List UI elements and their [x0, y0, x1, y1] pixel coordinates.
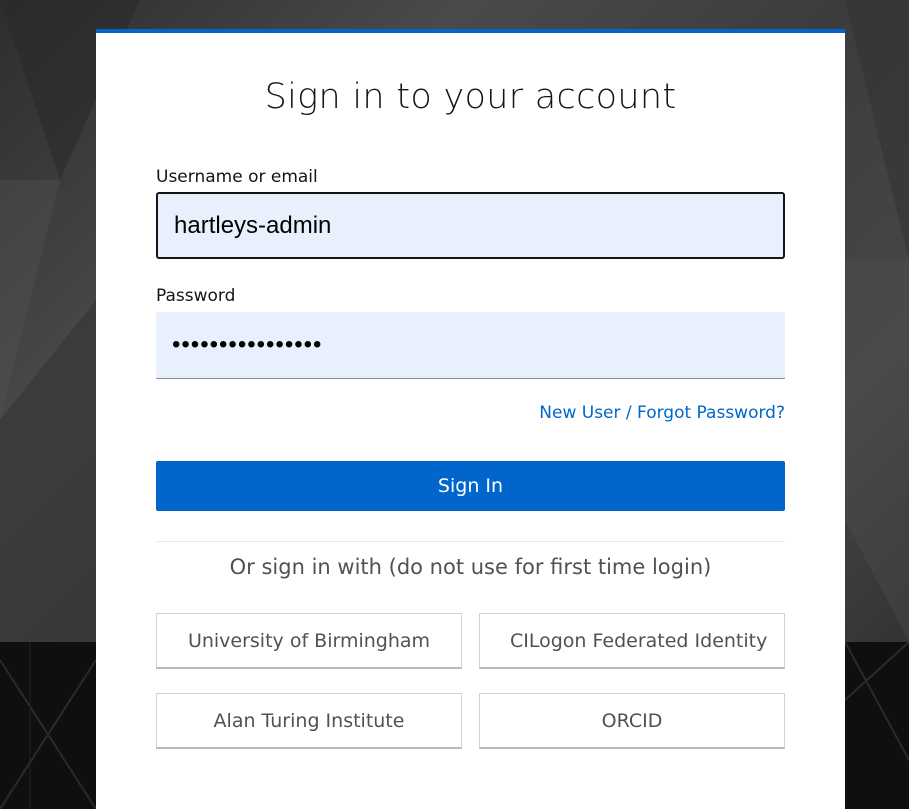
sign-in-button[interactable]: Sign In [156, 461, 785, 511]
password-input[interactable] [156, 312, 785, 379]
forgot-password-link[interactable]: New User / Forgot Password? [539, 403, 785, 423]
provider-cilogon-button[interactable]: CILogon Federated Identity [479, 613, 785, 669]
page-title: Sign in to your account [264, 77, 677, 117]
username-label: Username or email [156, 167, 318, 187]
divider [156, 541, 785, 542]
provider-orcid-button[interactable]: ORCID [479, 693, 785, 749]
identity-provider-heading: Or sign in with (do not use for first ti… [229, 555, 712, 579]
login-card: Sign in to your account Username or emai… [96, 29, 845, 809]
username-input[interactable] [156, 192, 785, 259]
provider-university-of-birmingham-button[interactable]: University of Birmingham [156, 613, 462, 669]
password-label: Password [156, 286, 236, 306]
provider-alan-turing-institute-button[interactable]: Alan Turing Institute [156, 693, 462, 749]
